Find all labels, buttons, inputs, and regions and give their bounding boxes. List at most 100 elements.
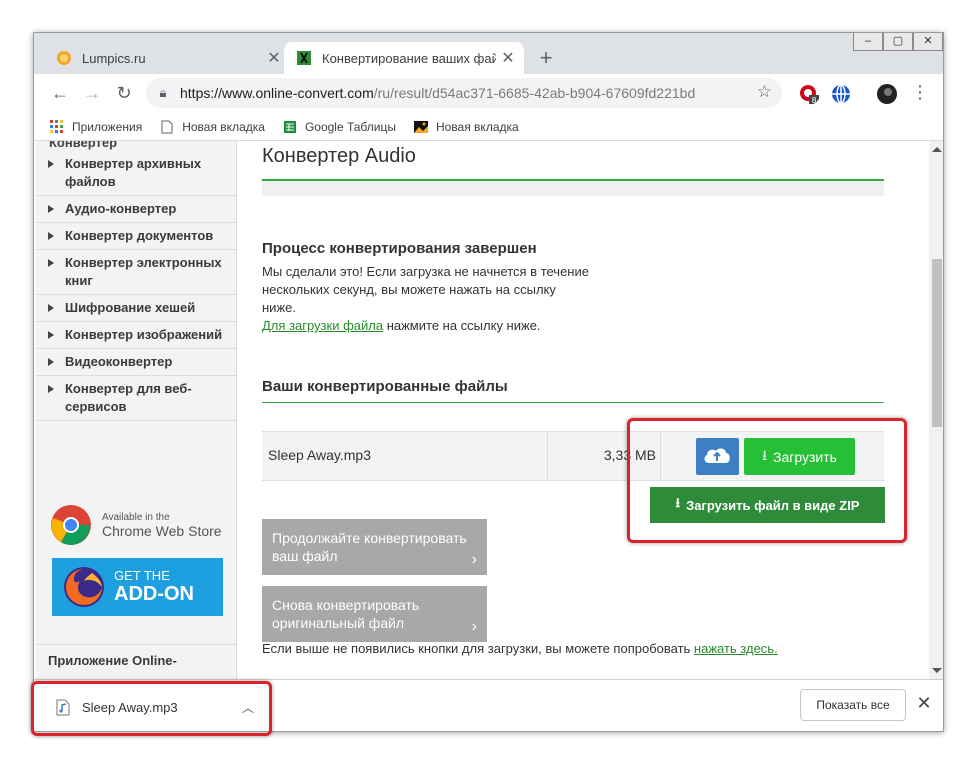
- download-icon: ⭳: [762, 446, 767, 463]
- chevron-right-icon: ›: [471, 551, 477, 568]
- continue-converting-button[interactable]: Продолжайте конвертировать ваш файл ›: [262, 519, 487, 575]
- download-file-link[interactable]: Для загрузки файла: [262, 318, 383, 333]
- bookmark-new-tab-1[interactable]: Новая вкладка: [160, 120, 265, 134]
- close-window-button[interactable]: ✕: [913, 33, 943, 51]
- sidebar: Конвертер Конвертер архивных файлов Ауди…: [36, 141, 237, 679]
- download-label: Загрузить: [772, 448, 837, 465]
- page-scrollbar[interactable]: [929, 141, 943, 679]
- chrome-web-store-badge[interactable]: Available in the Chrome Web Store: [50, 500, 230, 550]
- continue-converting-label: Продолжайте конвертировать ваш файл: [272, 530, 467, 564]
- addon-line2: ADD-ON: [114, 583, 194, 605]
- download-button[interactable]: ⭳ Загрузить: [744, 438, 855, 475]
- apps-grid-icon: [50, 119, 63, 133]
- converter-list: Конвертер архивных файлов Аудио-конверте…: [36, 151, 236, 421]
- tab-lumpics[interactable]: Lumpics.ru ✕: [44, 42, 290, 74]
- file-size: 3,33 MB: [603, 447, 656, 463]
- addon-line1: GET THE: [114, 568, 170, 583]
- new-tab-button[interactable]: +: [534, 46, 558, 70]
- tab-strip: Lumpics.ru ✕ Конвертирование ваших файло…: [34, 33, 943, 74]
- cloud-upload-button[interactable]: [696, 438, 739, 475]
- url-path: /ru/result/d54ac371-6685-42ab-b904-67609…: [373, 85, 696, 101]
- expand-triangle-icon: [48, 232, 54, 240]
- lumpics-favicon-icon: [57, 51, 71, 65]
- status-heading: Процесс конвертирования завершен: [262, 240, 537, 257]
- fallback-text: Если выше не появились кнопки для загруз…: [262, 641, 694, 656]
- forward-button[interactable]: →: [80, 81, 104, 105]
- sidebar-item-label: Конвертер архивных файлов: [65, 156, 202, 189]
- file-row: Sleep Away.mp3 3,33 MB ⭳ Загрузить: [262, 431, 884, 481]
- firefox-addon-badge[interactable]: GET THE ADD-ON: [52, 558, 223, 616]
- main-content: Конвертер Audio Процесс конвертирования …: [262, 141, 885, 679]
- download-item[interactable]: Sleep Away.mp3 ︿: [44, 690, 264, 724]
- scroll-down-arrow-icon[interactable]: [932, 668, 942, 673]
- sidebar-item-audio[interactable]: Аудио-конвертер: [36, 196, 236, 223]
- bookmark-label: Новая вкладка: [435, 119, 519, 134]
- back-button[interactable]: ←: [48, 81, 72, 105]
- chrome-store-line2: Chrome Web Store: [102, 522, 222, 539]
- sidebar-item-video[interactable]: Видеоконвертер: [36, 349, 236, 376]
- tab-close-icon[interactable]: ✕: [496, 48, 520, 68]
- bookmark-new-tab-2[interactable]: Новая вкладка: [413, 119, 519, 134]
- browser-window: Lumpics.ru ✕ Конвертирование ваших файло…: [33, 32, 944, 732]
- reload-button[interactable]: ↻: [112, 81, 136, 105]
- addon-text: GET THE ADD-ON: [114, 568, 194, 606]
- page-icon: [161, 120, 173, 133]
- audio-file-icon: [56, 699, 70, 715]
- converted-files-heading: Ваши конвертированные файлы: [262, 378, 508, 395]
- opera-vpn-extension-icon[interactable]: 8: [798, 83, 820, 105]
- url-host: https://www.online-convert.com: [180, 85, 374, 101]
- sidebar-item-archive[interactable]: Конвертер архивных файлов: [36, 151, 236, 196]
- close-shelf-icon[interactable]: ✕: [914, 693, 934, 714]
- bookmark-apps[interactable]: Приложения: [50, 119, 143, 134]
- bookmark-google-sheets[interactable]: Google Таблицы: [283, 120, 396, 134]
- expand-triangle-icon: [48, 205, 54, 213]
- expand-triangle-icon: [48, 304, 54, 312]
- download-icon: ⭳: [675, 495, 681, 510]
- profile-avatar[interactable]: [876, 83, 898, 105]
- sidebar-item-label: Конвертер документов: [65, 228, 214, 243]
- page-title: Конвертер Audio: [262, 145, 416, 167]
- minimize-button[interactable]: –: [853, 33, 883, 51]
- sidebar-item-images[interactable]: Конвертер изображений: [36, 322, 236, 349]
- web-page: Конвертер Конвертер архивных файлов Ауди…: [34, 141, 929, 679]
- download-shelf: Sleep Away.mp3 ︿ Показать все ✕: [34, 679, 943, 731]
- files-heading-divider: [262, 402, 884, 403]
- firefox-logo-icon: [64, 567, 104, 607]
- download-zip-label: Загрузить файл в виде ZIP: [686, 497, 860, 513]
- online-convert-favicon-icon: [297, 51, 311, 65]
- lock-icon[interactable]: 🔒︎: [146, 85, 180, 101]
- tab-close-icon[interactable]: ✕: [262, 48, 286, 68]
- menu-dots-icon[interactable]: ⋮: [911, 82, 929, 103]
- window-controls: – ▢ ✕: [853, 33, 943, 51]
- file-name: Sleep Away.mp3: [268, 447, 371, 463]
- download-zip-button[interactable]: ⭳ Загрузить файл в виде ZIP: [650, 487, 885, 523]
- restore-button[interactable]: ▢: [883, 33, 913, 51]
- bookmark-star-icon[interactable]: ☆: [757, 82, 772, 102]
- bookmark-label: Приложения: [72, 119, 143, 134]
- reconvert-original-label: Снова конвертировать оригинальный файл: [272, 597, 420, 631]
- address-bar[interactable]: 🔒︎ https://www.online-convert.com/ru/res…: [146, 78, 782, 108]
- tab-title: Lumpics.ru: [82, 50, 146, 66]
- sidebar-item-hash[interactable]: Шифрование хешей: [36, 295, 236, 322]
- chrome-store-text: Available in the Chrome Web Store: [102, 512, 222, 539]
- expand-triangle-icon: [48, 385, 54, 393]
- tab-online-convert[interactable]: Конвертирование ваших файлов ✕: [284, 42, 524, 74]
- sidebar-item-label: Шифрование хешей: [65, 300, 196, 315]
- download-file-name: Sleep Away.mp3: [82, 699, 178, 715]
- scroll-up-arrow-icon[interactable]: [932, 147, 942, 152]
- reconvert-original-button[interactable]: Снова конвертировать оригинальный файл ›: [262, 586, 487, 642]
- bookmark-label: Google Таблицы: [304, 119, 396, 134]
- fallback-click-here-link[interactable]: нажать здесь.: [694, 641, 778, 656]
- globe-extension-icon[interactable]: [830, 83, 852, 105]
- sidebar-item-documents[interactable]: Конвертер документов: [36, 223, 236, 250]
- sidebar-item-label: Конвертер электронных книг: [65, 255, 222, 288]
- sidebar-item-ebooks[interactable]: Конвертер электронных книг: [36, 250, 236, 295]
- fallback-note: Если выше не появились кнопки для загруз…: [262, 641, 778, 656]
- status-link-suffix: нажмите на ссылку ниже.: [383, 318, 541, 333]
- sidebar-item-web-services[interactable]: Конвертер для веб-сервисов: [36, 376, 236, 421]
- show-all-downloads-button[interactable]: Показать все: [800, 689, 906, 721]
- scrollbar-thumb[interactable]: [932, 259, 942, 427]
- chevron-up-icon[interactable]: ︿: [242, 699, 254, 716]
- chrome-store-line1: Available in the: [102, 511, 170, 523]
- tab-title: Конвертирование ваших файлов: [322, 50, 496, 66]
